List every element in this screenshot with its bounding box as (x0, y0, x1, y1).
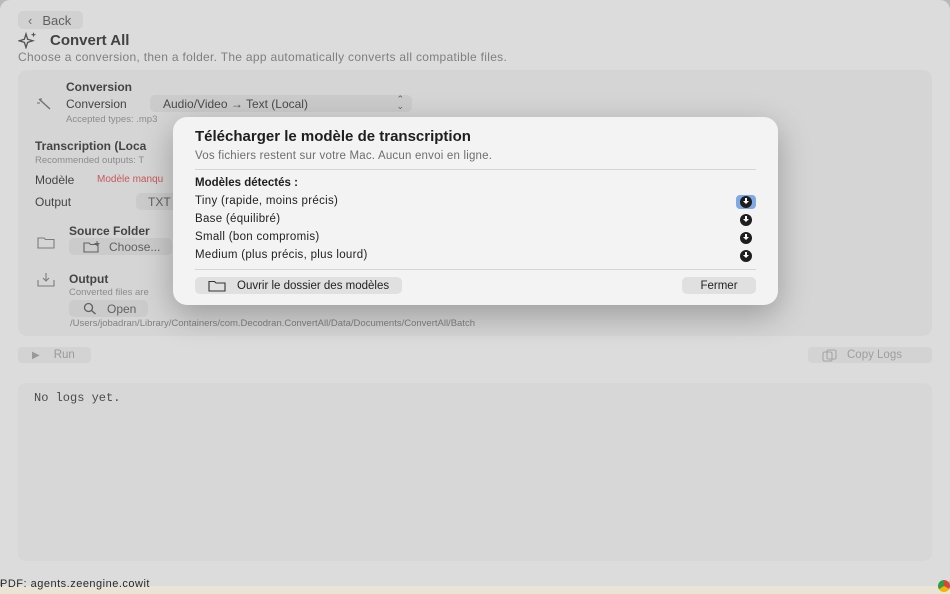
model-row-tiny: Tiny (rapide, moins précis) (195, 195, 756, 211)
download-icon (740, 214, 752, 226)
folder-icon (208, 280, 226, 292)
download-tiny-button[interactable] (736, 195, 756, 209)
divider (195, 269, 756, 270)
model-name: Base (équilibré) (195, 213, 281, 225)
download-icon (740, 196, 752, 208)
model-row-medium: Medium (plus précis, plus lourd) (195, 249, 756, 265)
background-window-text: PDF: agents.zeengine.cowit (0, 578, 150, 590)
download-icon (740, 250, 752, 262)
detected-models-heading: Modèles détectés : (195, 177, 298, 189)
model-row-base: Base (équilibré) (195, 213, 756, 229)
open-folder-label: Ouvrir le dossier des modèles (237, 279, 390, 292)
download-icon (740, 232, 752, 244)
divider (195, 169, 756, 170)
chrome-icon[interactable] (938, 580, 950, 592)
model-row-small: Small (bon compromis) (195, 231, 756, 247)
open-models-folder-button[interactable]: Ouvrir le dossier des modèles (195, 277, 403, 294)
model-name: Small (bon compromis) (195, 231, 320, 243)
model-name: Tiny (rapide, moins précis) (195, 195, 339, 207)
download-base-button[interactable] (736, 213, 756, 227)
dialog-subtitle: Vos fichiers restent sur votre Mac. Aucu… (195, 150, 493, 162)
model-name: Medium (plus précis, plus lourd) (195, 249, 368, 261)
download-small-button[interactable] (736, 231, 756, 245)
download-medium-button[interactable] (736, 249, 756, 263)
dialog-title: Télécharger le modèle de transcription (195, 128, 471, 145)
download-model-dialog: Télécharger le modèle de transcription V… (173, 117, 778, 305)
app-window: ‹ Back Convert All Choose a conversion, … (0, 0, 950, 588)
close-button[interactable]: Fermer (682, 277, 756, 294)
